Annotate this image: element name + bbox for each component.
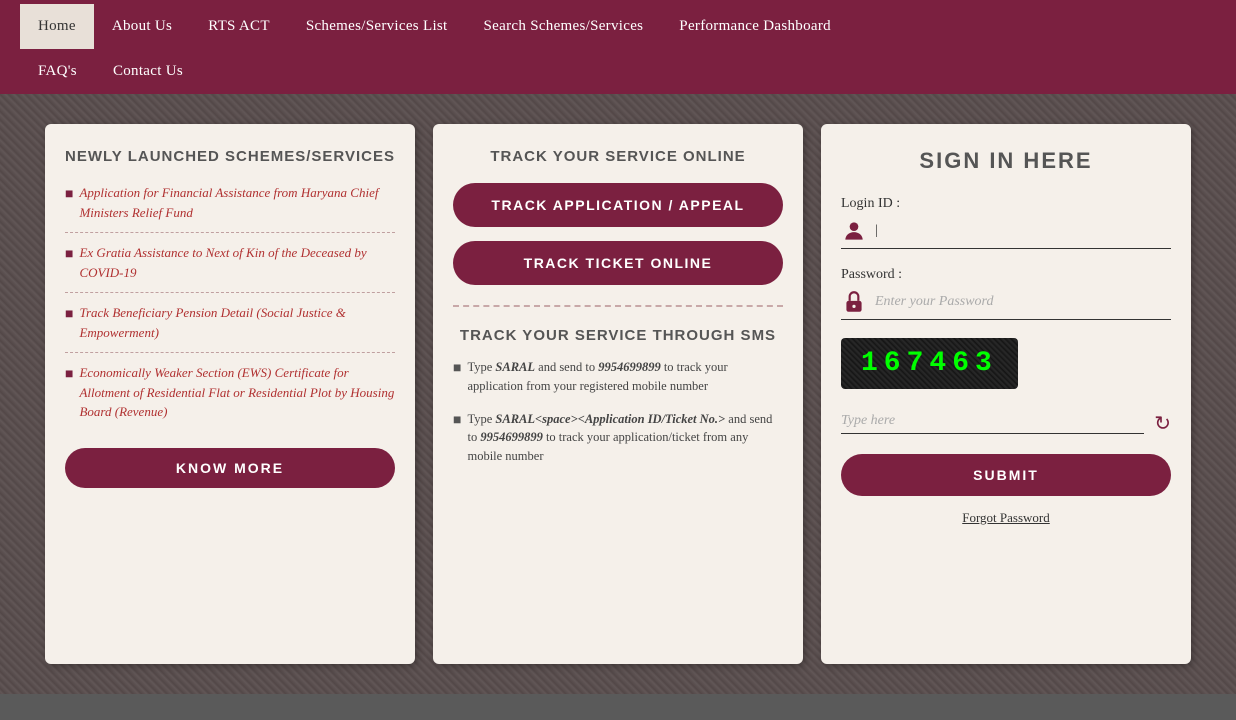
track-application-button[interactable]: TRACK APPLICATION / APPEAL	[453, 183, 783, 227]
list-item: ■ Ex Gratia Assistance to Next of Kin of…	[65, 243, 395, 293]
password-input[interactable]	[875, 294, 1171, 310]
login-id-input[interactable]	[875, 223, 1171, 239]
bullet-icon: ■	[453, 410, 461, 431]
list-item: ■ Type SARAL and send to 9954699899 to t…	[453, 358, 783, 396]
nav-rts-act[interactable]: RTS ACT	[190, 4, 288, 49]
nav-performance-dashboard[interactable]: Performance Dashboard	[661, 4, 849, 49]
captcha-image: 167463	[841, 338, 1018, 389]
scheme-text: Track Beneficiary Pension Detail (Social…	[79, 303, 395, 342]
login-id-input-wrapper	[841, 218, 1171, 249]
schemes-card-title: NEWLY LAUNCHED SCHEMES/SERVICES	[65, 148, 395, 165]
sms-text: Type SARAL and send to 9954699899 to tra…	[467, 358, 783, 396]
track-card-title: TRACK YOUR SERVICE ONLINE	[453, 148, 783, 165]
person-icon	[841, 218, 867, 244]
submit-button[interactable]: SUBMIT	[841, 454, 1171, 496]
login-id-label: Login ID :	[841, 196, 1171, 212]
scheme-text: Application for Financial Assistance fro…	[79, 183, 395, 222]
bullet-icon: ■	[65, 244, 73, 265]
password-label: Password :	[841, 267, 1171, 283]
bullet-icon: ■	[65, 184, 73, 205]
refresh-captcha-icon[interactable]: ↻	[1154, 411, 1171, 436]
nav-contact-us[interactable]: Contact Us	[95, 49, 201, 94]
captcha-input-wrapper	[841, 413, 1144, 434]
sms-section-title: TRACK YOUR SERVICE THROUGH SMS	[453, 327, 783, 344]
list-item: ■ Economically Weaker Section (EWS) Cert…	[65, 363, 395, 432]
captcha-input-row: ↻	[841, 411, 1171, 436]
captcha-input[interactable]	[841, 413, 1144, 429]
captcha-section: 167463	[841, 338, 1171, 401]
password-input-wrapper	[841, 289, 1171, 320]
nav-home[interactable]: Home	[20, 4, 94, 49]
scheme-list: ■ Application for Financial Assistance f…	[65, 183, 395, 432]
page-background: NEWLY LAUNCHED SCHEMES/SERVICES ■ Applic…	[0, 94, 1236, 694]
track-ticket-button[interactable]: TRACK TICKET ONLINE	[453, 241, 783, 285]
lock-icon	[841, 289, 867, 315]
scheme-text: Ex Gratia Assistance to Next of Kin of t…	[79, 243, 395, 282]
bullet-icon: ■	[65, 364, 73, 385]
bullet-icon: ■	[65, 304, 73, 325]
divider	[453, 305, 783, 307]
sms-list: ■ Type SARAL and send to 9954699899 to t…	[453, 358, 783, 466]
track-card: TRACK YOUR SERVICE ONLINE TRACK APPLICAT…	[433, 124, 803, 664]
navigation: Home About Us RTS ACT Schemes/Services L…	[0, 0, 1236, 94]
nav-about-us[interactable]: About Us	[94, 4, 190, 49]
nav-faqs[interactable]: FAQ's	[20, 49, 95, 94]
signin-card: SIGN IN HERE Login ID : Password : 16746…	[821, 124, 1191, 664]
schemes-card: NEWLY LAUNCHED SCHEMES/SERVICES ■ Applic…	[45, 124, 415, 664]
nav-row-1: Home About Us RTS ACT Schemes/Services L…	[0, 0, 1236, 49]
forgot-password-link[interactable]: Forgot Password	[841, 510, 1171, 526]
nav-row-2: FAQ's Contact Us	[0, 49, 1236, 94]
nav-search-schemes[interactable]: Search Schemes/Services	[466, 4, 662, 49]
know-more-button[interactable]: KNOW MORE	[65, 448, 395, 488]
signin-title: SIGN IN HERE	[841, 148, 1171, 174]
scheme-text: Economically Weaker Section (EWS) Certif…	[79, 363, 395, 422]
list-item: ■ Type SARAL<space><Application ID/Ticke…	[453, 410, 783, 466]
bullet-icon: ■	[453, 358, 461, 379]
list-item: ■ Application for Financial Assistance f…	[65, 183, 395, 233]
sms-text: Type SARAL<space><Application ID/Ticket …	[467, 410, 783, 466]
nav-schemes-list[interactable]: Schemes/Services List	[288, 4, 466, 49]
list-item: ■ Track Beneficiary Pension Detail (Soci…	[65, 303, 395, 353]
